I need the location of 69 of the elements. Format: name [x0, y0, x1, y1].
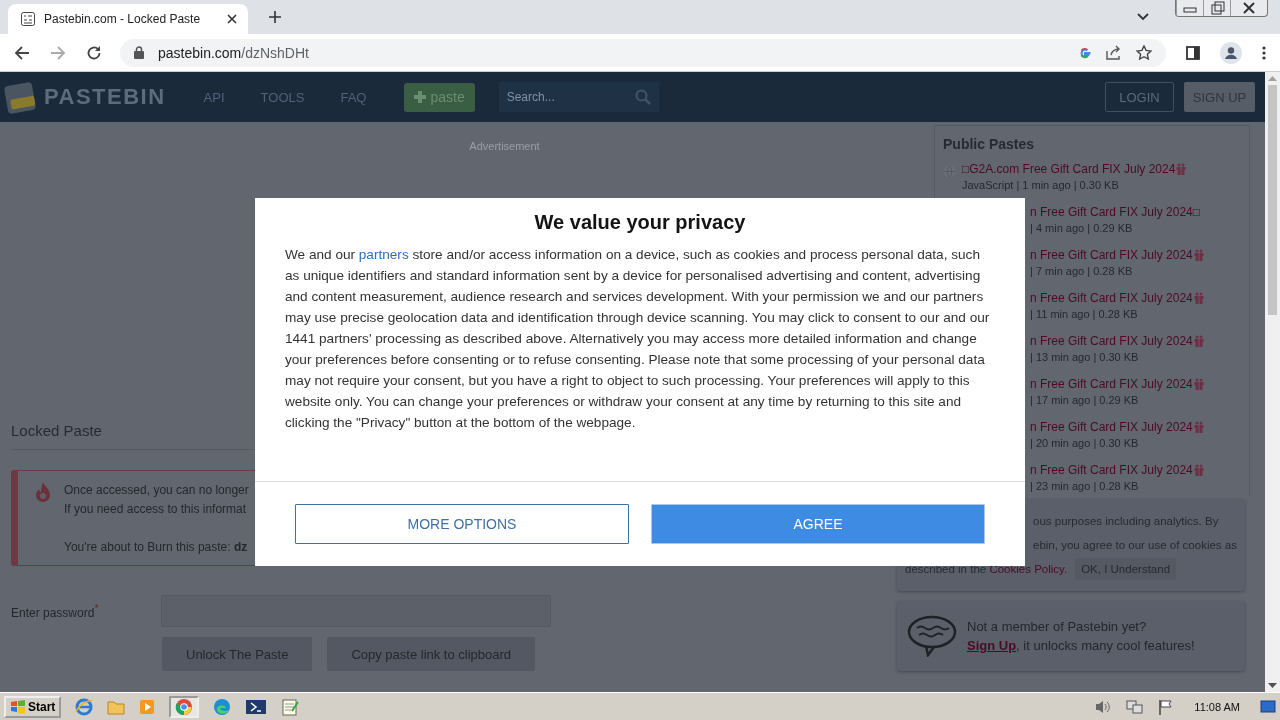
nav-link[interactable]: FAQ [340, 89, 367, 105]
paste-link[interactable]: □G2A.com Free Gift Card FIX July 2024 [962, 162, 1176, 176]
paste-meta: | 13 min ago | 0.30 KB [1030, 351, 1139, 363]
nav-link[interactable]: TOOLS [260, 89, 305, 105]
agree-button[interactable]: AGREE [651, 504, 985, 544]
dialog-title: We value your privacy [533, 211, 747, 234]
partners-link[interactable]: partners [358, 247, 409, 262]
back-icon[interactable] [14, 44, 30, 61]
promo-question: Not a member of Pastebin yet? [967, 619, 1148, 634]
advertisement-label: Advertisement [469, 140, 540, 153]
reload-icon[interactable] [86, 44, 102, 61]
tab-title: Pastebin.com - Locked Paste [44, 12, 202, 26]
start-button[interactable]: Start [4, 695, 62, 718]
lock-icon [134, 46, 144, 59]
notice-text: ous purposes including analytics. By [1032, 514, 1220, 529]
google-icon[interactable] [1078, 45, 1092, 60]
notepad-icon[interactable] [281, 697, 300, 716]
paste-link[interactable]: n Free Gift Card FIX July 2024 [1030, 248, 1193, 262]
logo-text[interactable]: PASTEBIN [44, 84, 166, 110]
burn-notice: You're about to Burn this paste: dz [64, 539, 249, 556]
menu-icon[interactable] [1262, 45, 1266, 60]
window-controls[interactable] [1175, 0, 1268, 17]
more-options-button[interactable]: MORE OPTIONS [295, 504, 629, 544]
plus-icon [414, 91, 427, 103]
fire-icon [34, 481, 52, 503]
scroll-thumb[interactable] [1268, 85, 1277, 315]
search-field[interactable]: Search... [498, 82, 659, 112]
speech-bubble-icon [907, 615, 957, 657]
volume-icon[interactable] [1094, 698, 1113, 715]
alert-text: If you need access to this informat [64, 501, 248, 518]
page-icon [20, 11, 36, 27]
show-desktop-icon[interactable] [1260, 699, 1276, 714]
promo-text: Sign Up, it unlocks many cool features! [967, 638, 1195, 653]
address-bar[interactable]: pastebin.com/dzNshDHt [120, 38, 1166, 67]
share-icon[interactable] [1106, 45, 1122, 60]
scrollbar[interactable] [1265, 72, 1280, 692]
flag-icon[interactable] [1158, 698, 1175, 715]
paste-meta: | 17 min ago | 0.29 KB [1030, 394, 1139, 406]
chevron-down-icon[interactable] [1137, 13, 1149, 21]
paste-link[interactable]: n Free Gift Card FIX July 2024 [1030, 463, 1193, 477]
browser-icon[interactable] [75, 697, 94, 716]
paste-meta: | 4 min ago | 0.29 KB [1030, 222, 1133, 234]
scroll-down-icon[interactable] [1268, 683, 1277, 689]
chrome-taskbar-button[interactable] [169, 695, 200, 718]
profile-icon[interactable] [1220, 41, 1242, 64]
browser-tab[interactable]: Pastebin.com - Locked Paste [8, 4, 248, 34]
paste-meta: JavaScript | 1 min ago | 0.30 KB [962, 179, 1119, 191]
paste-meta: | 11 min ago | 0.28 KB [1030, 308, 1138, 320]
close-icon[interactable] [226, 13, 238, 25]
nav-link[interactable]: API [203, 89, 225, 105]
new-tab-icon[interactable] [268, 10, 282, 24]
clock: 11:08 AM [1194, 700, 1240, 713]
paste-link[interactable]: n Free Gift Card FIX July 2024 [1030, 291, 1193, 305]
alert-text: Once accessed, you can no longer [64, 482, 249, 499]
paste-meta: | 20 min ago | 0.30 KB [1030, 437, 1139, 449]
panel-title: Public Pastes [943, 136, 1036, 152]
paste-meta: | 23 min ago | 0.28 KB [1030, 480, 1139, 492]
terminal-icon[interactable] [245, 698, 268, 715]
paste-link[interactable]: n Free Gift Card FIX July 2024 [1030, 377, 1193, 391]
star-icon[interactable] [1136, 44, 1152, 61]
paste-meta: | 7 min ago | 0.28 KB [1030, 265, 1133, 277]
password-label: Enter password$^{*}$ [11, 602, 100, 620]
windows-logo-icon [10, 699, 26, 714]
side-panel-icon[interactable] [1186, 45, 1200, 60]
paste-link[interactable]: n Free Gift Card FIX July 2024 [1030, 420, 1193, 434]
network-icon[interactable] [1126, 698, 1145, 715]
paste-link[interactable]: n Free Gift Card FIX July 2024 [1030, 334, 1193, 348]
login-button[interactable]: LOGIN [1105, 82, 1174, 112]
paste-link[interactable]: n Free Gift Card FIX July 2024□ [1030, 205, 1200, 219]
